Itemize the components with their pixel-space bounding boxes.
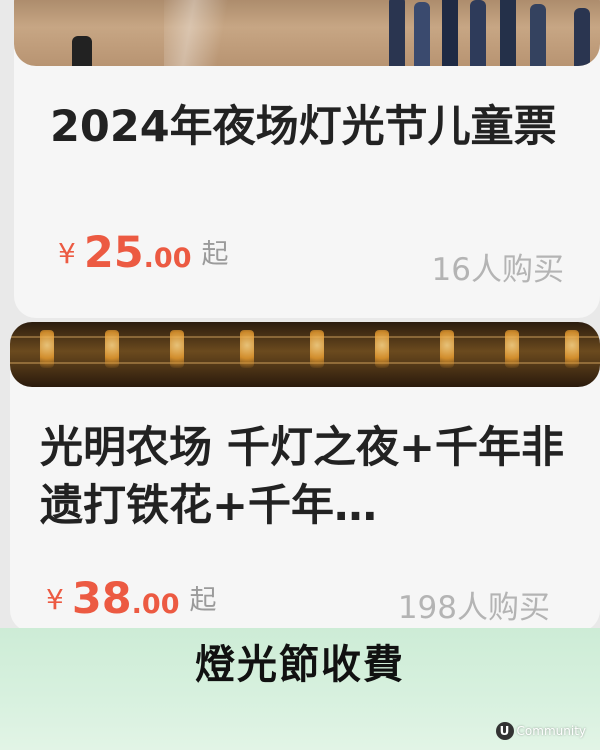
price-suffix: 起 [189,585,217,616]
lantern [170,330,184,368]
person-figure [414,2,430,66]
product-photo [14,0,600,66]
road-stripe [164,0,234,66]
price-integer: 38 [71,574,132,624]
person-figure [500,0,516,66]
product-card[interactable]: 光明农场 千灯之夜+千年非遗打铁花+千年… ¥38.00 起 198人购买 [10,322,600,632]
person-figure [530,4,546,66]
price-suffix: 起 [201,239,229,270]
product-photo [10,322,600,387]
product-title[interactable]: 2024年夜场灯光节儿童票 [50,98,570,216]
person-figure [442,0,458,66]
price-decimal: .00 [143,243,192,274]
price-decimal: .00 [131,589,180,620]
lantern [505,330,519,368]
sold-count: 16人购买 [431,252,564,288]
caption-banner: 燈光節收費 U Community [0,628,600,750]
currency-symbol: ¥ [58,237,76,270]
person-figure [389,0,405,66]
product-price: ¥38.00 起 [46,574,217,624]
lantern [375,330,389,368]
product-card[interactable]: 2024年夜场灯光节儿童票 ¥25.00 起 16人购买 [14,0,600,318]
u-logo-icon: U [495,722,514,740]
lantern [565,330,579,368]
lantern [310,330,324,368]
person-figure [470,0,486,66]
lantern [40,330,54,368]
product-title[interactable]: 光明农场 千灯之夜+千年非遗打铁花+千年… [40,419,570,537]
person-figure [72,36,92,66]
lantern [440,330,454,368]
watermark-logo: U Community [495,722,586,740]
lantern [240,330,254,368]
lantern [105,330,119,368]
product-price: ¥25.00 起 [58,228,229,278]
sold-count: 198人购买 [397,590,550,626]
price-integer: 25 [83,228,144,278]
person-figure [574,8,590,66]
watermark-text: Community [516,724,586,738]
currency-symbol: ¥ [46,583,64,616]
caption-text: 燈光節收費 [195,642,405,688]
